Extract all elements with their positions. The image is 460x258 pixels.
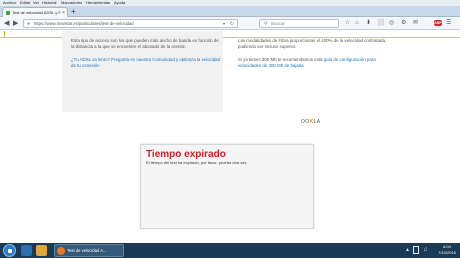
network-icon[interactable] [413, 246, 419, 254]
page-content: Esta tipo de acceso son los que pueden m… [0, 31, 460, 243]
ie-pinned-icon[interactable] [21, 245, 32, 256]
firefox-task-button[interactable]: Test de velocidad A... [54, 244, 124, 257]
adsl-info-text: Esta tipo de acceso son los que pueden m… [71, 38, 219, 49]
clock-date: 7/10/2016 [438, 250, 456, 255]
navigation-toolbar: ◀ ▶ ● https://www.movistar.es/particular… [0, 17, 460, 30]
volume-icon[interactable]: ♫ [423, 245, 428, 256]
windows-taskbar: Test de velocidad A... ▲ ♫ 8:04 7/10/201… [0, 243, 460, 258]
pocket-icon[interactable]: ⬜ [377, 19, 384, 28]
new-tab-button[interactable]: + [71, 7, 76, 16]
firefox-icon [57, 247, 65, 255]
url-bar[interactable]: ● https://www.movistar.es/particulares/t… [23, 19, 238, 28]
speedtest-result-panel: Tiempo expirado El tiempo del test ha ex… [140, 144, 314, 229]
sync-icon[interactable]: ◎ [389, 19, 394, 28]
reload-icon[interactable]: ↻ [230, 20, 234, 28]
timeout-message: El tiempo del test ha expirado, por favo… [146, 160, 248, 165]
search-bar[interactable]: ⚲ Buscar [259, 19, 339, 28]
fibra-info-text: Las modalidades de Fibra proporcionan el… [238, 38, 387, 49]
menu-icon[interactable]: ☰ [446, 19, 451, 28]
tray-expand-icon[interactable]: ▲ [405, 245, 410, 256]
bookmark-star-icon[interactable]: ☆ [345, 19, 350, 28]
ookla-logo-suffix: LA [313, 119, 321, 125]
tab-strip: Test de velocidad ADSL y F... × + [0, 6, 460, 18]
url-text[interactable]: https://www.movistar.es/particulares/tes… [34, 20, 134, 28]
forward-button[interactable]: ▶ [13, 19, 18, 28]
home-icon[interactable]: ⌂ [355, 19, 359, 28]
search-input[interactable]: Buscar [271, 20, 285, 28]
lock-icon: ● [27, 21, 31, 27]
system-clock[interactable]: 8:04 7/10/2016 [436, 244, 458, 256]
back-button[interactable]: ◀ [4, 19, 9, 28]
url-dropdown-icon[interactable]: ▾ [223, 20, 225, 28]
settings-icon[interactable]: ⚙ [401, 19, 406, 28]
task-label: Test de velocidad A... [67, 248, 107, 253]
search-icon: ⚲ [264, 21, 268, 27]
start-button[interactable] [3, 244, 16, 257]
adblock-icon[interactable]: ABP [434, 20, 442, 26]
fibra-guide-prefix: Si ya tienes 300 Mb te recomendamos esta [238, 57, 324, 62]
mail-icon[interactable]: ✉ [413, 19, 418, 28]
fibra-guide-text: Si ya tienes 300 Mb te recomendamos esta… [238, 57, 388, 68]
ookla-logo[interactable]: OOKLA [301, 119, 321, 125]
favicon-icon [6, 11, 10, 15]
community-link[interactable]: ¿Tu ADSL va lento? Pregunta en nuestra C… [71, 57, 221, 68]
download-icon[interactable]: ⬇ [366, 19, 371, 28]
explorer-pinned-icon[interactable] [36, 245, 47, 256]
ookla-logo-prefix: OO [301, 119, 310, 125]
